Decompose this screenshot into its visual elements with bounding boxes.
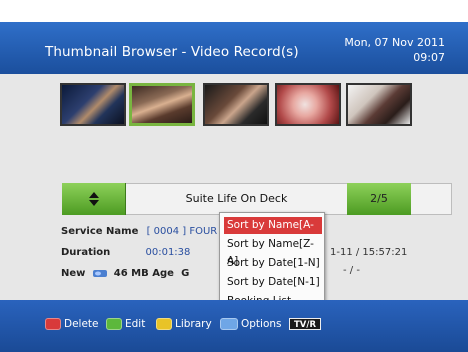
tvr-button[interactable]: TV/R: [289, 318, 321, 330]
duration-label: Duration: [61, 247, 111, 258]
date-text: Mon, 07 Nov 2011: [344, 36, 445, 49]
service-row: Service Name [ 0004 ] FOUR: [61, 226, 217, 237]
top-strip: [0, 0, 468, 22]
timestamp-partial: 1-11 / 15:57:21: [330, 247, 408, 258]
menu-item-date-n1[interactable]: Sort by Date[N-1]: [224, 274, 322, 291]
thumbnail-4[interactable]: [275, 83, 341, 126]
page-title: Thumbnail Browser - Video Record(s): [45, 44, 299, 60]
navigator-left-button[interactable]: [62, 183, 126, 215]
thumbnail-1[interactable]: [60, 83, 126, 126]
edit-button[interactable]: Edit: [106, 317, 145, 331]
header-bar: Thumbnail Browser - Video Record(s) Mon,…: [0, 22, 468, 74]
green-key-icon: [106, 318, 122, 330]
disk-icon: [92, 268, 108, 278]
library-button[interactable]: Library: [156, 317, 212, 331]
red-key-icon: [45, 318, 61, 330]
page-indicator: 2/5: [370, 192, 388, 205]
thumbnail-3[interactable]: [203, 83, 269, 126]
yellow-key-icon: [156, 318, 172, 330]
delete-label: Delete: [64, 318, 99, 330]
edit-label: Edit: [125, 318, 146, 330]
duration-row: Duration 00:01:38: [61, 247, 190, 258]
show-title: Suite Life On Deck: [185, 192, 288, 205]
blue-key-icon: [220, 318, 238, 330]
service-value: [ 0004 ] FOUR: [146, 226, 218, 237]
dash-partial: - / -: [343, 265, 360, 276]
library-label: Library: [175, 318, 212, 330]
options-button[interactable]: Options: [220, 317, 282, 331]
age-value: G: [181, 268, 190, 279]
menu-item-date-1n[interactable]: Sort by Date[1-N]: [224, 255, 322, 272]
delete-button[interactable]: Delete: [45, 317, 99, 331]
updown-arrows-icon: [89, 192, 99, 206]
time-text: 09:07: [413, 51, 445, 64]
service-label: Service Name: [61, 226, 139, 237]
date-time: Mon, 07 Nov 2011 09:07: [344, 35, 445, 65]
menu-item-name-az[interactable]: Sort by Name[A-Z]: [224, 217, 322, 248]
thumbnail-2-selected[interactable]: [129, 83, 195, 126]
options-label: Options: [241, 318, 282, 330]
new-row: New 46 MB Age G: [61, 268, 189, 279]
menu-item-name-za[interactable]: Sort by Name[Z-A]: [224, 236, 322, 267]
new-label: New: [61, 268, 86, 279]
tv-screen: Thumbnail Browser - Video Record(s) Mon,…: [0, 0, 468, 352]
thumbnail-5[interactable]: [346, 83, 412, 126]
sort-menu: Sort by Name[A-Z] Sort by Name[Z-A] Sort…: [219, 212, 325, 312]
size-value: 46 MB Age: [113, 268, 174, 279]
navigator-end: [411, 183, 452, 215]
duration-value: 00:01:38: [145, 247, 191, 258]
